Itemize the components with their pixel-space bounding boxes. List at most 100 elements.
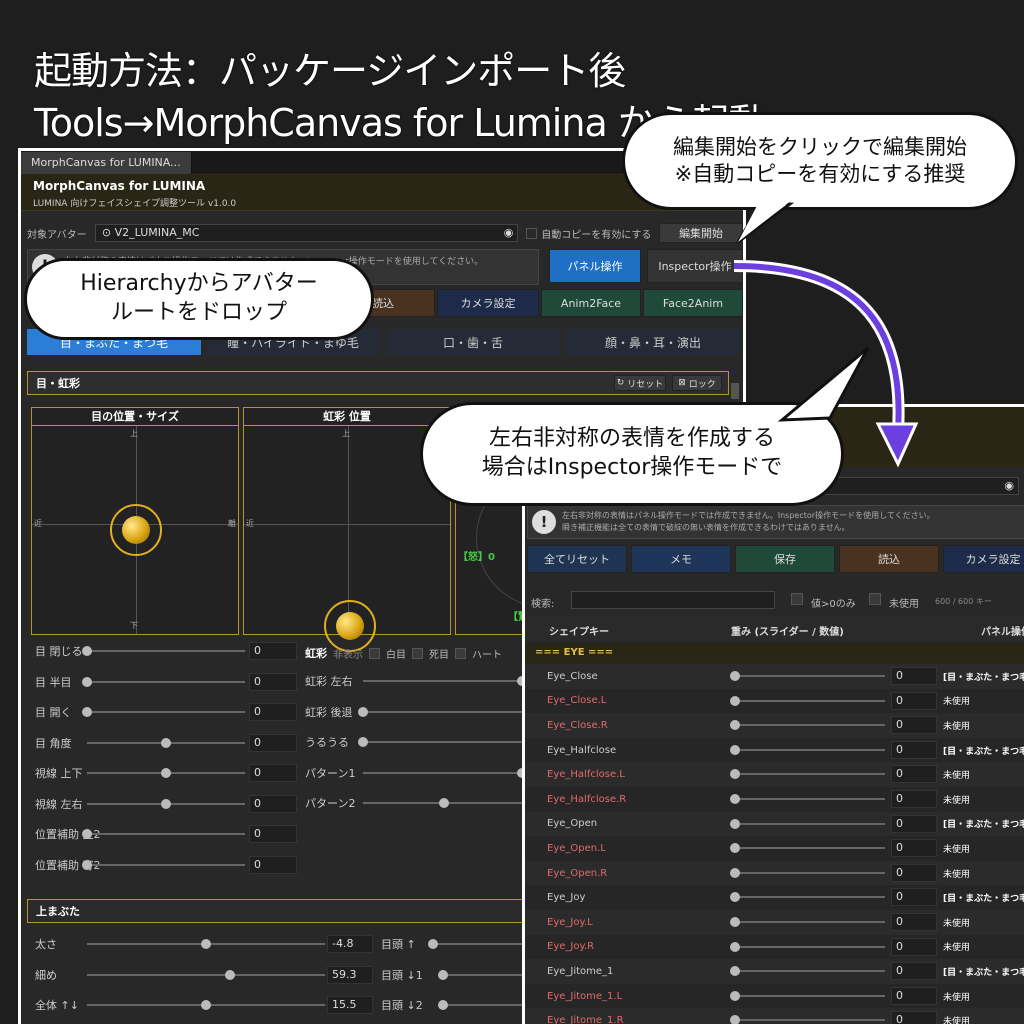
inspector-picker-icon[interactable]: ◉ xyxy=(1004,478,1014,494)
eye-slider-2-track[interactable] xyxy=(82,707,245,717)
mode-inspector-button[interactable]: Inspector操作 xyxy=(647,249,743,283)
weight-value[interactable]: 0 xyxy=(891,913,937,931)
eye-slider-6-value[interactable]: 0 xyxy=(249,825,297,843)
upper-right-knob-0[interactable] xyxy=(428,939,438,949)
weight-slider[interactable] xyxy=(730,744,885,755)
window-tab[interactable]: MorphCanvas for LUMINA... xyxy=(21,152,192,174)
save-button[interactable]: 保存 xyxy=(735,545,835,573)
weight-value[interactable]: 0 xyxy=(891,863,937,882)
white-eye-checkbox[interactable] xyxy=(412,647,423,659)
iris-slider-0-track[interactable] xyxy=(363,676,527,686)
eye-slider-0-value[interactable]: 0 xyxy=(249,642,297,660)
upper-slider-1-track[interactable] xyxy=(87,969,325,980)
edit-start-button[interactable]: 編集開始 xyxy=(659,223,743,243)
weight-knob[interactable] xyxy=(730,892,740,903)
eye-slider-1-value[interactable]: 0 xyxy=(249,672,297,691)
group-eye[interactable]: === EYE === xyxy=(525,643,1024,663)
weight-knob[interactable] xyxy=(730,966,740,977)
tab-mouth[interactable]: 口・歯・舌 xyxy=(386,329,560,355)
camera-settings-button[interactable]: カメラ設定 xyxy=(437,289,539,317)
iris-handle[interactable] xyxy=(336,612,364,640)
upper-slider-1-knob[interactable] xyxy=(224,969,235,980)
upper-slider-0-knob[interactable] xyxy=(201,939,211,949)
eye-slider-0-track[interactable] xyxy=(82,646,245,656)
weight-slider[interactable] xyxy=(730,941,885,952)
lock-button[interactable]: ⊠ ロック xyxy=(672,375,722,391)
upper-slider-0-track[interactable] xyxy=(87,939,325,949)
weight-knob[interactable] xyxy=(730,843,740,854)
weight-knob[interactable] xyxy=(730,818,740,829)
weight-value[interactable]: 0 xyxy=(891,1011,937,1024)
dead-eye-checkbox[interactable] xyxy=(455,647,466,659)
weight-knob[interactable] xyxy=(730,671,740,681)
weight-slider[interactable] xyxy=(730,867,885,878)
eye-slider-2-knob[interactable] xyxy=(82,707,92,717)
weight-slider[interactable] xyxy=(730,990,885,1001)
eye-slider-4-knob[interactable] xyxy=(161,768,171,778)
weight-value[interactable]: 0 xyxy=(891,888,937,907)
section-upper-eyelid[interactable]: 上まぶた xyxy=(27,899,547,923)
weight-slider[interactable] xyxy=(730,966,885,977)
weight-slider[interactable] xyxy=(730,671,885,681)
eye-slider-1-knob[interactable] xyxy=(82,676,92,687)
upper-slider-1-value[interactable]: 59.3 xyxy=(327,965,373,984)
eye-slider-0-knob[interactable] xyxy=(82,646,92,656)
eye-slider-4-value[interactable]: 0 xyxy=(249,764,297,782)
inspector-camera-button[interactable]: カメラ設定 xyxy=(943,545,1024,573)
nonzero-checkbox[interactable] xyxy=(791,593,803,605)
weight-slider[interactable] xyxy=(730,917,885,927)
weight-slider[interactable] xyxy=(730,1015,885,1024)
target-avatar-field[interactable]: ⊙ V2_LUMINA_MC ◉ xyxy=(94,224,519,242)
weight-slider[interactable] xyxy=(730,794,885,804)
upper-slider-2-knob[interactable] xyxy=(201,1000,211,1010)
weight-value[interactable]: 0 xyxy=(891,691,937,710)
autocopy-checkbox[interactable] xyxy=(526,227,538,239)
reset-all-button[interactable]: 全てリセット xyxy=(527,545,627,573)
upper-slider-2-value[interactable]: 15.5 xyxy=(327,996,373,1014)
eye-slider-3-track[interactable] xyxy=(87,737,245,748)
eye-slider-5-track[interactable] xyxy=(87,798,245,809)
unused-checkbox[interactable] xyxy=(869,593,881,605)
search-input[interactable] xyxy=(571,591,775,609)
section-eye-iris[interactable]: 目・虹彩 ↻ リセット ⊠ ロック xyxy=(27,371,729,395)
weight-value[interactable]: 0 xyxy=(891,790,937,808)
weight-value[interactable]: 0 xyxy=(891,740,937,759)
tab-face[interactable]: 顔・鼻・耳・演出 xyxy=(566,329,740,355)
weight-value[interactable]: 0 xyxy=(891,839,937,858)
weight-value[interactable]: 0 xyxy=(891,667,937,685)
iris-slider-4-track[interactable] xyxy=(363,798,525,808)
memo-button[interactable]: メモ xyxy=(631,545,731,573)
weight-value[interactable]: 0 xyxy=(891,716,937,735)
eye-slider-3-knob[interactable] xyxy=(161,737,171,748)
upper-slider-0-value[interactable]: -4.8 xyxy=(327,935,373,953)
weight-slider[interactable] xyxy=(730,695,885,706)
iris-position-panel[interactable]: 虹彩 位置 上 下 近 xyxy=(243,407,451,652)
iris-slider-2-knob[interactable] xyxy=(358,737,368,747)
weight-value[interactable]: 0 xyxy=(891,765,937,784)
weight-value[interactable]: 0 xyxy=(891,814,937,833)
eye-slider-6-track[interactable] xyxy=(82,829,245,839)
reset-button[interactable]: ↻ リセット xyxy=(614,375,666,391)
weight-slider[interactable] xyxy=(730,892,885,903)
iris-slider-2-track[interactable] xyxy=(358,737,525,747)
iris-slider-1-track[interactable] xyxy=(358,706,525,717)
object-picker-icon[interactable]: ◉ xyxy=(504,225,514,241)
eye-slider-7-value[interactable]: 0 xyxy=(249,855,297,874)
weight-value[interactable]: 0 xyxy=(891,986,937,1005)
eye-slider-7-knob[interactable] xyxy=(82,859,92,870)
iris-slider-3-track[interactable] xyxy=(363,767,527,778)
inspector-load-button[interactable]: 読込 xyxy=(839,545,939,573)
eye-slider-7-track[interactable] xyxy=(82,859,245,870)
iris-slider-1-knob[interactable] xyxy=(358,706,368,717)
eye-slider-5-value[interactable]: 0 xyxy=(249,794,297,813)
iris-slider-4-knob[interactable] xyxy=(439,798,449,808)
weight-knob[interactable] xyxy=(730,1015,740,1024)
weight-knob[interactable] xyxy=(730,695,740,706)
weight-knob[interactable] xyxy=(730,917,740,927)
weight-slider[interactable] xyxy=(730,843,885,854)
eye-slider-5-knob[interactable] xyxy=(161,798,171,809)
upper-right-knob-2[interactable] xyxy=(438,1000,448,1010)
hide-checkbox[interactable] xyxy=(369,647,380,659)
weight-slider[interactable] xyxy=(730,818,885,829)
weight-knob[interactable] xyxy=(730,990,740,1001)
